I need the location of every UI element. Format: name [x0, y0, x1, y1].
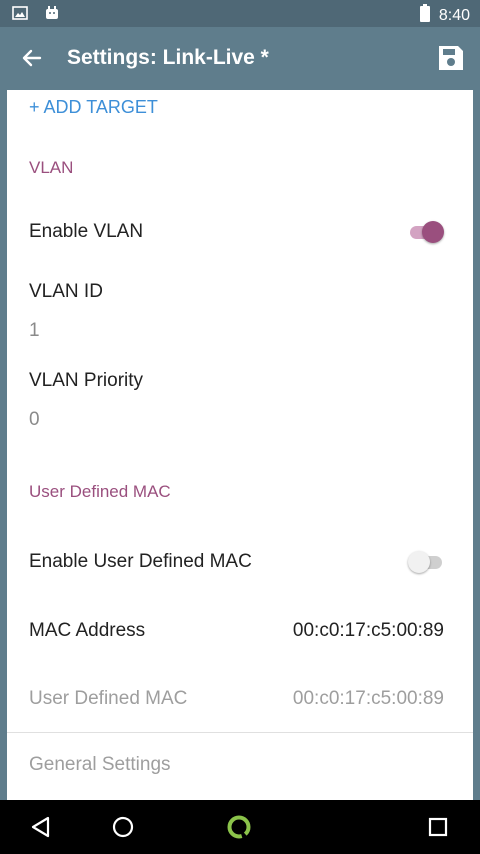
- enable-vlan-label: Enable VLAN: [29, 221, 144, 242]
- status-time: 8:40: [438, 6, 470, 24]
- mac-address-label: MAC Address: [29, 620, 146, 641]
- vlan-priority-value: 0: [29, 409, 40, 430]
- android-icon: [44, 5, 60, 26]
- recents-square-icon[interactable]: [425, 814, 451, 840]
- back-triangle-icon[interactable]: [28, 814, 54, 840]
- toggle-thumb: [422, 221, 444, 243]
- page-title: Settings: Link-Live *: [67, 46, 269, 69]
- image-icon: [12, 5, 28, 26]
- settings-card: + ADD TARGET VLAN Enable VLAN VLAN ID 1 …: [7, 90, 473, 800]
- app-ring-icon[interactable]: [226, 814, 252, 840]
- mac-address-value: 00:c0:17:c5:00:89: [292, 620, 444, 641]
- enable-user-mac-toggle[interactable]: [408, 549, 444, 575]
- enable-vlan-toggle[interactable]: [408, 219, 444, 245]
- home-circle-icon[interactable]: [110, 814, 136, 840]
- app-bar: Settings: Link-Live *: [0, 27, 480, 90]
- vlan-id-label[interactable]: VLAN ID: [29, 281, 103, 303]
- user-defined-mac-value: 00:c0:17:c5:00:89: [292, 688, 444, 709]
- add-target-button[interactable]: + ADD TARGET: [29, 97, 158, 118]
- vlan-id-value: 1: [29, 320, 40, 341]
- status-bar: 8:40: [0, 0, 480, 27]
- battery-icon: [419, 4, 431, 27]
- vlan-section-header: VLAN: [29, 158, 74, 177]
- divider: [7, 732, 473, 733]
- enable-user-mac-label: Enable User Defined MAC: [29, 551, 252, 572]
- mac-section-header: User Defined MAC: [29, 482, 171, 501]
- arrow-back-icon[interactable]: [20, 46, 44, 70]
- user-defined-mac-label: User Defined MAC: [29, 688, 188, 709]
- save-icon[interactable]: [436, 43, 466, 73]
- vlan-priority-label[interactable]: VLAN Priority: [29, 370, 143, 392]
- toggle-thumb: [408, 551, 430, 573]
- general-settings-item[interactable]: General Settings: [29, 754, 171, 776]
- navigation-bar: [0, 800, 480, 854]
